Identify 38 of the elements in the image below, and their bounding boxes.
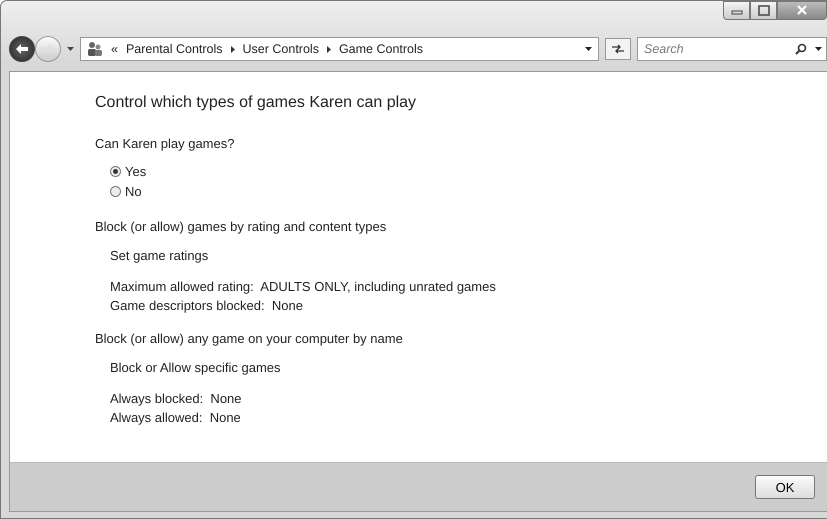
caret-icon [585, 47, 592, 51]
maximize-button[interactable] [750, 1, 777, 20]
question-label: Can Karen play games? [95, 136, 236, 151]
address-bar[interactable]: « Parental Controls User Controls Game Controls [80, 37, 599, 61]
search-field[interactable]: Search [637, 37, 827, 61]
breadcrumb-item[interactable]: User Controls [242, 42, 319, 56]
setting-summary: Always allowed: None [110, 410, 242, 425]
refresh-arrows-icon [611, 44, 625, 54]
setting-summary: Game descriptors blocked: None [110, 298, 304, 313]
page-title: Control which types of games Karen can play [95, 94, 418, 112]
people-icon [87, 41, 103, 57]
setting-summary: Always blocked: None [110, 391, 243, 406]
settings-link[interactable]: Block or Allow specific games [110, 360, 281, 375]
radio-button[interactable] [110, 166, 121, 176]
chevron-right-icon [230, 46, 235, 52]
radio-button[interactable] [110, 186, 121, 196]
ok-button[interactable]: OK [755, 475, 815, 499]
arrow-left-icon [15, 43, 29, 55]
overflow-chevron[interactable]: « [111, 42, 118, 56]
search-icon [795, 43, 807, 55]
caret-icon [815, 47, 822, 51]
chevron-right-icon [326, 46, 331, 52]
section-heading: Block (or allow) any game on your computer by name [95, 331, 404, 346]
breadcrumb-item[interactable]: Parental Controls [126, 42, 223, 56]
refresh-button[interactable] [605, 38, 631, 60]
minimize-button[interactable] [723, 1, 750, 20]
close-button[interactable] [777, 1, 827, 20]
setting-summary: Maximum allowed rating: ADULTS ONLY, including unrated games [110, 279, 497, 294]
breadcrumb-item[interactable]: Game Controls [338, 42, 424, 56]
settings-link[interactable]: Set game ratings [110, 248, 208, 263]
maximize-icon [758, 5, 770, 16]
close-icon [796, 5, 808, 16]
section-heading: Block (or allow) games by rating and content types [95, 219, 388, 234]
back-button[interactable] [9, 36, 35, 62]
option-label[interactable]: Yes [125, 164, 146, 178]
arrow-right-icon [41, 43, 55, 55]
option-label[interactable]: No [125, 184, 142, 198]
caret-icon [67, 47, 74, 51]
